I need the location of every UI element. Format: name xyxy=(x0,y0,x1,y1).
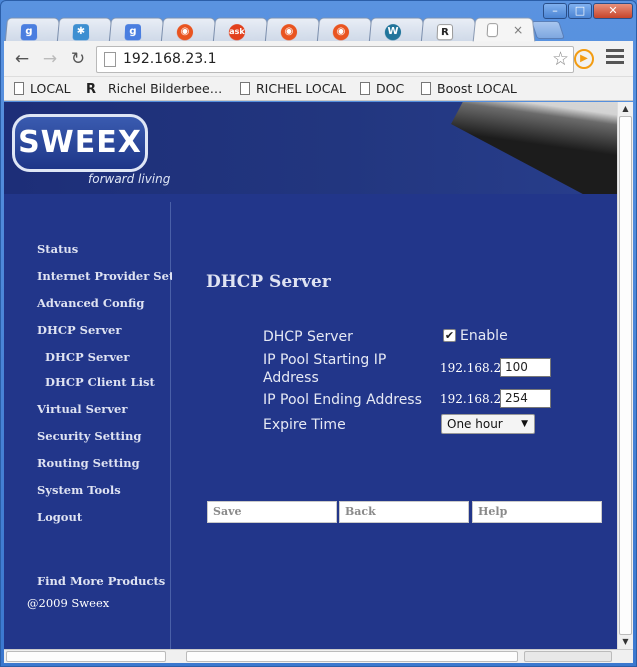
page-title: DHCP Server xyxy=(206,272,331,292)
start-ip-label-line1: IP Pool Starting IP xyxy=(263,352,387,368)
google-icon: g xyxy=(20,24,38,41)
back-button-form[interactable]: Back xyxy=(339,501,469,523)
browser-tab[interactable]: ◉ xyxy=(160,17,218,42)
page-icon xyxy=(14,82,24,95)
wordpress-icon: W xyxy=(384,24,402,41)
browser-toolbar: ← → ↻ 192.168.23.1 ☆ ▶ xyxy=(4,41,633,77)
sidebar-item-status[interactable]: Status xyxy=(37,242,78,256)
scroll-down-icon[interactable]: ▼ xyxy=(618,635,633,649)
vertical-scrollbar[interactable]: ▲ ▼ xyxy=(617,102,633,649)
new-tab-button[interactable] xyxy=(531,21,565,39)
bookmark-item[interactable]: Boost LOCAL xyxy=(421,81,517,96)
page-viewport: SWEEX forward living Status Internet Pro… xyxy=(4,102,617,649)
richel-icon: R xyxy=(86,82,97,97)
back-button[interactable]: ← xyxy=(12,49,32,69)
close-window-button[interactable]: ✕ xyxy=(593,3,633,19)
save-button[interactable]: Save xyxy=(207,501,337,523)
ubuntu-icon: ◉ xyxy=(176,24,194,41)
close-tab-icon[interactable]: × xyxy=(513,23,524,37)
bookmark-item[interactable]: RICHEL LOCAL xyxy=(240,81,346,96)
scroll-thumb[interactable] xyxy=(619,116,632,635)
sidebar-item-security-setting[interactable]: Security Setting xyxy=(37,429,141,443)
logo-text: SWEEX xyxy=(18,125,142,160)
start-ip-label-line2: Address xyxy=(263,370,319,386)
extension-icon[interactable]: ▶ xyxy=(574,49,594,69)
bookmark-label: Richel Bilderbee… xyxy=(108,81,223,96)
sidebar-item-advanced-config[interactable]: Advanced Config xyxy=(37,296,144,310)
tab-strip: g ✱ g ◉ ask ◉ ◉ W R × xyxy=(4,15,566,42)
sweex-logo: SWEEX xyxy=(12,114,148,172)
richel-icon: R xyxy=(436,24,454,41)
page-icon xyxy=(360,82,370,95)
help-button[interactable]: Help xyxy=(472,501,602,523)
browser-tab[interactable]: ✱ xyxy=(56,17,114,42)
sidebar-item-dhcp-server[interactable]: DHCP Server xyxy=(37,323,121,337)
frame-scroll-thumb-main[interactable] xyxy=(186,651,518,662)
bookmark-label: Boost LOCAL xyxy=(437,81,517,96)
dhcp-server-label: DHCP Server xyxy=(263,329,353,345)
url-text[interactable]: 192.168.23.1 xyxy=(123,51,217,67)
ubuntu-icon: ◉ xyxy=(280,24,298,41)
browser-tab[interactable]: g xyxy=(108,17,166,42)
end-ip-input[interactable]: 254 xyxy=(500,389,551,408)
banner-gap xyxy=(4,194,617,202)
bookmark-star-icon[interactable]: ☆ xyxy=(552,48,569,70)
sidebar-item-routing-setting[interactable]: Routing Setting xyxy=(37,456,140,470)
address-bar[interactable]: 192.168.23.1 ☆ xyxy=(96,46,574,73)
forward-button[interactable]: → xyxy=(40,49,60,69)
bookmark-item[interactable]: DOC xyxy=(360,81,404,96)
reload-button[interactable]: ↻ xyxy=(68,49,88,69)
horizontal-scrollbar[interactable] xyxy=(4,649,633,663)
globe-icon: ✱ xyxy=(72,24,90,41)
start-ip-input[interactable]: 100 xyxy=(500,358,551,377)
browser-tab[interactable]: W xyxy=(368,17,426,42)
maximize-button[interactable]: □ xyxy=(568,3,592,19)
main-content: DHCP Server DHCP Server ✔ Enable IP Pool… xyxy=(172,202,617,649)
copyright-text: @2009 Sweex xyxy=(27,596,110,610)
sidebar-item-virtual-server[interactable]: Virtual Server xyxy=(37,402,127,416)
router-image xyxy=(424,102,617,194)
expire-time-value: One hour xyxy=(447,417,503,431)
bookmarks-bar: LOCAL R Richel Bilderbee… RICHEL LOCAL DO… xyxy=(4,77,633,101)
frame-scroll-thumb-left[interactable] xyxy=(6,651,166,662)
sidebar-item-internet-provider-setup[interactable]: Internet Provider Setup xyxy=(37,269,191,283)
browser-tab[interactable]: ◉ xyxy=(264,17,322,42)
start-ip-label: IP Pool Starting IP Address xyxy=(263,351,386,387)
browser-tab-active[interactable]: × xyxy=(472,17,536,42)
page-icon xyxy=(421,82,431,95)
chevron-down-icon: ▼ xyxy=(521,419,528,429)
sidebar-subitem-dhcp-client-list[interactable]: DHCP Client List xyxy=(45,375,155,389)
page-icon xyxy=(240,82,250,95)
sidebar-nav: Status Internet Provider Setup Advanced … xyxy=(4,202,191,649)
ubuntu-icon: ◉ xyxy=(332,24,350,41)
sidebar-item-logout[interactable]: Logout xyxy=(37,510,82,524)
enable-label[interactable]: Enable xyxy=(460,328,508,344)
sidebar-subitem-dhcp-server[interactable]: DHCP Server xyxy=(45,350,129,364)
bookmark-label: DOC xyxy=(376,81,405,96)
menu-icon[interactable] xyxy=(606,49,624,67)
bookmark-item[interactable]: R Richel Bilderbee… xyxy=(86,81,223,97)
browser-tab[interactable]: g xyxy=(4,17,62,42)
logo-tagline: forward living xyxy=(88,172,171,186)
enable-checkbox[interactable]: ✔ xyxy=(443,329,456,342)
frame-scroll-track-right[interactable] xyxy=(524,651,612,662)
bookmark-label: RICHEL LOCAL xyxy=(256,81,346,96)
end-ip-label: IP Pool Ending Address xyxy=(263,392,422,408)
browser-tab[interactable]: ◉ xyxy=(316,17,374,42)
expire-time-select[interactable]: One hour ▼ xyxy=(441,414,535,434)
expire-time-label: Expire Time xyxy=(263,417,346,433)
browser-tab[interactable]: ask xyxy=(212,17,270,42)
sidebar-item-system-tools[interactable]: System Tools xyxy=(37,483,121,497)
header-banner: SWEEX forward living xyxy=(4,102,617,194)
ask-icon: ask xyxy=(228,24,246,41)
page-icon xyxy=(104,52,116,67)
browser-tab[interactable]: R xyxy=(420,17,478,42)
bookmark-label: LOCAL xyxy=(30,81,71,96)
google-icon: g xyxy=(124,24,142,41)
page-icon xyxy=(486,23,499,38)
bookmark-item[interactable]: LOCAL xyxy=(14,81,71,96)
find-more-products-link[interactable]: Find More Products xyxy=(37,574,165,588)
scroll-up-icon[interactable]: ▲ xyxy=(618,102,633,116)
